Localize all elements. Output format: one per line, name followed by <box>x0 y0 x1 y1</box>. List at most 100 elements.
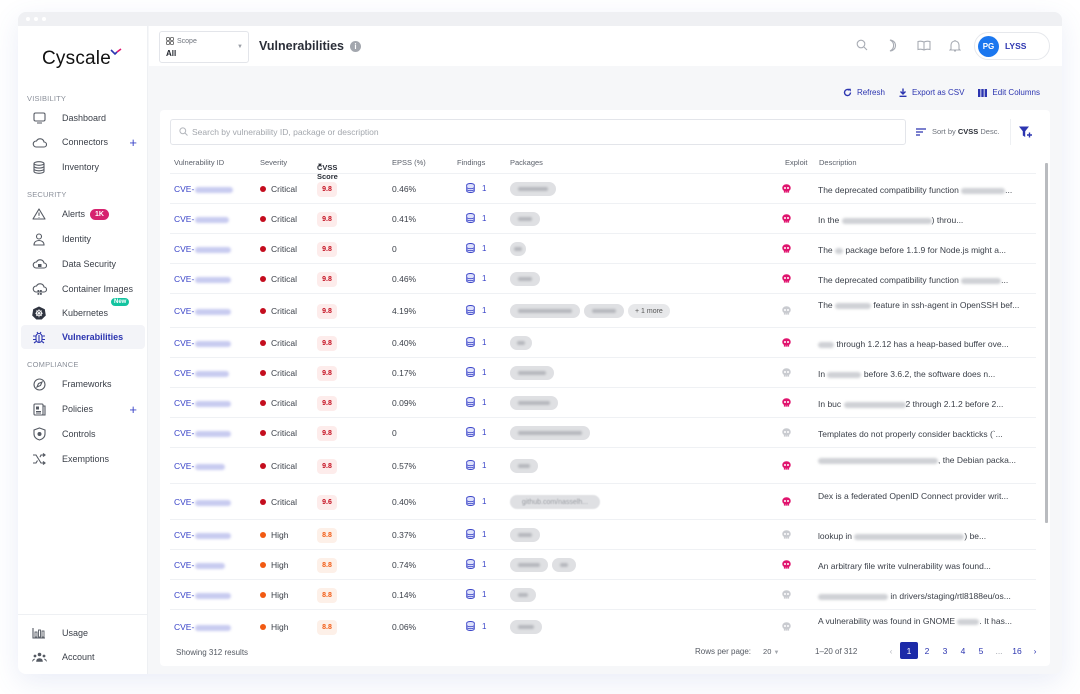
vulnerability-id-link[interactable]: CVE- <box>174 398 232 408</box>
col-severity[interactable]: Severity <box>260 158 287 167</box>
findings-link[interactable]: 1 <box>466 273 486 283</box>
package-pill[interactable] <box>510 242 526 256</box>
package-pill[interactable] <box>510 620 542 634</box>
col-description[interactable]: Description <box>819 158 857 167</box>
export-csv-button[interactable]: Export as CSV <box>899 88 964 97</box>
findings-link[interactable]: 1 <box>466 337 486 347</box>
sidebar-item-account[interactable]: Account <box>21 645 145 669</box>
page-button[interactable]: 4 <box>954 642 972 659</box>
sidebar-item-dashboard[interactable]: Dashboard <box>21 106 145 130</box>
sidebar-item-controls[interactable]: Controls <box>21 422 145 446</box>
table-row[interactable]: CVE- Critical 9.8 0 1 The package before 1.1.… <box>170 233 1036 263</box>
table-row[interactable]: CVE- Critical 9.8 4.19% 1 + 1 more The feature… <box>170 293 1036 327</box>
findings-link[interactable]: 1 <box>466 183 486 193</box>
col-epss[interactable]: EPSS (%) <box>392 158 426 167</box>
vulnerability-id-link[interactable]: CVE- <box>174 306 232 316</box>
sidebar-item-usage[interactable]: Usage <box>21 621 145 645</box>
sort-control[interactable]: Sort by CVSS Desc. <box>916 127 1000 136</box>
findings-link[interactable]: 1 <box>466 559 486 569</box>
vulnerability-id-link[interactable]: CVE- <box>174 214 230 224</box>
scope-selector[interactable]: Scope All ▼ <box>159 31 249 63</box>
sidebar-item-identity[interactable]: Identity <box>21 227 145 251</box>
table-row[interactable]: CVE- Critical 9.8 0.57% 1 , the Debian packa.… <box>170 447 1036 483</box>
findings-link[interactable]: 1 <box>466 460 486 470</box>
sidebar-item-frameworks[interactable]: Frameworks <box>21 372 145 396</box>
table-row[interactable]: CVE- Critical 9.6 0.40% 1 github.com/nasselh.… <box>170 483 1036 519</box>
col-packages[interactable]: Packages <box>510 158 543 167</box>
table-row[interactable]: CVE- Critical 9.8 0 1 Templates do not proper… <box>170 417 1036 447</box>
table-row[interactable]: CVE- Critical 9.8 0.09% 1 In buc 2 through 2.… <box>170 387 1036 417</box>
logo[interactable]: Cyscale <box>42 48 122 70</box>
rows-per-page-select[interactable]: 20 ▼ <box>763 647 779 656</box>
edit-columns-button[interactable]: Edit Columns <box>978 88 1040 97</box>
package-pill[interactable] <box>510 459 538 473</box>
table-row[interactable]: CVE- Critical 9.8 0.41% 1 In the ) throu... <box>170 203 1036 233</box>
book-icon[interactable] <box>917 38 931 52</box>
vulnerability-id-link[interactable]: CVE- <box>174 530 232 540</box>
search-icon[interactable] <box>855 38 869 52</box>
table-row[interactable]: CVE- Critical 9.8 0.40% 1 through 1.2.12 has… <box>170 327 1036 357</box>
vulnerability-id-link[interactable]: CVE- <box>174 461 226 471</box>
findings-link[interactable]: 1 <box>466 589 486 599</box>
findings-link[interactable]: 1 <box>466 243 486 253</box>
package-pill[interactable] <box>510 272 540 286</box>
package-pill[interactable] <box>510 588 536 602</box>
search-box[interactable] <box>170 119 906 145</box>
search-input[interactable] <box>192 127 872 137</box>
more-packages-pill[interactable]: + 1 more <box>628 304 670 318</box>
vulnerability-id-link[interactable]: CVE- <box>174 590 232 600</box>
findings-link[interactable]: 1 <box>466 367 486 377</box>
findings-link[interactable]: 1 <box>466 529 486 539</box>
refresh-button[interactable]: Refresh <box>843 88 885 97</box>
add-filter-button[interactable] <box>1010 119 1040 145</box>
package-pill[interactable] <box>510 528 540 542</box>
table-row[interactable]: CVE- Critical 9.8 0.46% 1 The deprecated comp… <box>170 173 1036 203</box>
package-pill[interactable] <box>510 182 556 196</box>
bell-icon[interactable] <box>948 38 962 52</box>
package-pill[interactable] <box>510 426 590 440</box>
vulnerability-id-link[interactable]: CVE- <box>174 338 232 348</box>
vulnerability-id-link[interactable]: CVE- <box>174 428 232 438</box>
page-button[interactable]: 16 <box>1008 642 1026 659</box>
next-page-button[interactable]: › <box>1026 642 1044 659</box>
findings-link[interactable]: 1 <box>466 496 486 506</box>
add-connector-button[interactable]: + <box>129 135 137 150</box>
table-row[interactable]: CVE- Critical 9.8 0.46% 1 The deprecated comp… <box>170 263 1036 293</box>
sidebar-item-connectors[interactable]: Connectors + <box>21 130 145 154</box>
vulnerability-id-link[interactable]: CVE- <box>174 497 232 507</box>
sidebar-item-inventory[interactable]: Inventory <box>21 155 145 179</box>
page-button[interactable]: 2 <box>918 642 936 659</box>
package-pill[interactable] <box>510 212 540 226</box>
table-row[interactable]: CVE- Critical 9.8 0.17% 1 In before 3.6.2, th… <box>170 357 1036 387</box>
findings-link[interactable]: 1 <box>466 305 486 315</box>
package-pill[interactable] <box>510 366 554 380</box>
page-button[interactable]: 3 <box>936 642 954 659</box>
page-button[interactable]: 1 <box>900 642 918 659</box>
sidebar-item-alerts[interactable]: Alerts 1K <box>21 202 145 226</box>
vulnerability-id-link[interactable]: CVE- <box>174 368 230 378</box>
package-pill[interactable] <box>510 304 580 318</box>
findings-link[interactable]: 1 <box>466 397 486 407</box>
sidebar-item-kubernetes[interactable]: Kubernetes New <box>21 298 145 325</box>
findings-link[interactable]: 1 <box>466 213 486 223</box>
info-icon[interactable]: i <box>349 40 361 52</box>
vulnerability-id-link[interactable]: CVE- <box>174 184 234 194</box>
package-pill[interactable] <box>552 558 576 572</box>
package-pill[interactable] <box>510 558 548 572</box>
sidebar-item-vulnerabilities[interactable]: Vulnerabilities <box>21 325 145 349</box>
sidebar-item-policies[interactable]: Policies + <box>21 397 145 421</box>
user-menu[interactable]: PG LYSS <box>974 32 1050 60</box>
page-button[interactable]: 5 <box>972 642 990 659</box>
vulnerability-id-link[interactable]: CVE- <box>174 560 226 570</box>
col-exploit[interactable]: Exploit <box>785 158 808 167</box>
package-pill[interactable]: github.com/nasselh... <box>510 495 600 509</box>
vulnerability-id-link[interactable]: CVE- <box>174 274 232 284</box>
col-findings[interactable]: Findings <box>457 158 485 167</box>
package-pill[interactable] <box>510 396 558 410</box>
sidebar-item-data-security[interactable]: Data Security <box>21 252 145 276</box>
table-row[interactable]: CVE- High 8.8 0.74% 1 An arbitrary file write… <box>170 549 1036 579</box>
vulnerability-id-link[interactable]: CVE- <box>174 622 232 632</box>
findings-link[interactable]: 1 <box>466 621 486 631</box>
add-policy-button[interactable]: + <box>129 402 137 417</box>
prev-page-button[interactable]: ‹ <box>882 642 900 659</box>
